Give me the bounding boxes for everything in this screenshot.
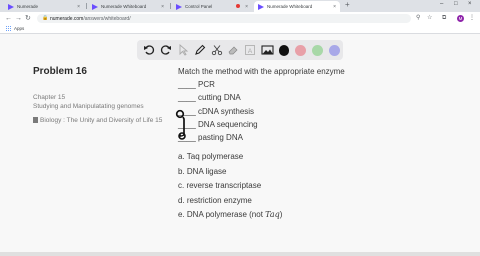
tab-separator [170, 3, 171, 9]
question-prompt: Match the method with the appropriate en… [178, 67, 345, 76]
back-icon[interactable]: ← [5, 14, 12, 23]
tab-separator [86, 3, 87, 9]
extensions-icon[interactable]: ⧉ [442, 14, 446, 23]
blank-item-cdna: ____ cDNA synthesis [178, 106, 255, 116]
color-green-swatch[interactable] [312, 44, 324, 56]
address-bar[interactable]: 🔒 numerade.com/answers/whiteboard/ [37, 14, 411, 23]
numerade-favicon-icon [8, 3, 14, 10]
color-pink-swatch[interactable] [295, 44, 307, 56]
blank-item-pcr: ____ PCR [178, 80, 215, 89]
option-e: e. DNA polymerase (not Taq) [178, 210, 283, 220]
tab-numerade-whiteboard-active[interactable]: Numerade Whiteboard × [254, 1, 340, 12]
close-window-icon[interactable]: × [468, 1, 472, 7]
minimize-icon[interactable]: – [440, 1, 443, 7]
close-tab-icon[interactable]: × [333, 4, 336, 10]
bookmarks-bar: Apps [0, 25, 480, 34]
pointer-icon[interactable] [175, 42, 192, 59]
handwritten-ink-stroke [175, 109, 186, 140]
option-d: d. restriction enzyme [178, 195, 252, 205]
url-text[interactable]: numerade.com/answers/whiteboard/ [50, 16, 131, 22]
chapter-title[interactable]: Studying and Manipulatating genomes [33, 102, 183, 111]
option-c: c. reverse transcriptase [178, 181, 262, 191]
undo-icon[interactable] [141, 42, 158, 59]
problem-info-panel: Problem 16 Chapter 15 Studying and Manip… [33, 66, 183, 125]
lock-icon: 🔒 [42, 15, 49, 21]
new-tab-icon[interactable]: + [345, 0, 350, 9]
close-tab-icon[interactable]: × [245, 4, 248, 10]
zoom-icon[interactable]: ⚲ [416, 14, 420, 23]
numerade-favicon-icon [92, 3, 98, 10]
text-icon[interactable]: A [242, 42, 259, 59]
color-black-swatch[interactable] [278, 44, 290, 56]
option-b: b. DNA ligase [178, 166, 227, 176]
bookmark-star-icon[interactable]: ☆ [427, 14, 432, 23]
close-tab-icon[interactable]: × [161, 4, 164, 10]
whiteboard-canvas[interactable]: Match the method with the appropriate en… [178, 66, 418, 223]
browser-toolbar: ← → ↻ 🔒 numerade.com/answers/whiteboard/… [0, 12, 480, 25]
redo-icon[interactable] [158, 42, 175, 59]
problem-title: Problem 16 [33, 66, 87, 77]
maximize-icon[interactable]: □ [454, 1, 458, 7]
apps-grid-icon [6, 26, 11, 31]
menu-icon[interactable]: ⋮ [469, 14, 475, 23]
blank-item-sequencing: ____ DNA sequencing [178, 119, 258, 129]
whiteboard-toolbar: A [137, 40, 343, 60]
tab-numerade[interactable]: Numerade × [4, 1, 84, 12]
answer-options: a. Taq polymerase b. DNA ligase c. rever… [178, 150, 418, 223]
tab-numerade-whiteboard[interactable]: Numerade Whiteboard × [88, 1, 168, 12]
color-purple-swatch[interactable] [329, 44, 340, 56]
reload-icon[interactable]: ↻ [25, 14, 31, 23]
book-icon [33, 117, 38, 123]
blank-item-pasting: ____ pasting DNA [178, 133, 243, 143]
chapter-info: Chapter 15 Studying and Manipulatating g… [33, 93, 183, 111]
blank-item-cutting: ____ cutting DNA [178, 93, 241, 103]
apps-bookmark[interactable]: Apps [6, 26, 24, 31]
eraser-icon[interactable] [225, 42, 242, 59]
chapter-number[interactable]: Chapter 15 [33, 93, 183, 102]
close-tab-icon[interactable]: × [77, 4, 80, 10]
horizontal-scrollbar[interactable] [0, 252, 480, 256]
recording-icon [236, 4, 240, 8]
pen-icon[interactable] [191, 42, 208, 59]
page-content: A Problem 16 Chapter 15 Studying and Man… [0, 34, 480, 256]
scissors-icon[interactable] [208, 42, 225, 59]
numerade-favicon-icon [176, 3, 182, 10]
tab-control-panel[interactable]: Control Panel × [172, 1, 252, 12]
option-a: a. Taq polymerase [178, 152, 244, 162]
browser-tab-strip: Numerade × Numerade Whiteboard × Control… [0, 0, 480, 12]
svg-text:A: A [248, 48, 253, 55]
book-info[interactable]: Biology : The Unity and Diversity of Lif… [33, 116, 183, 125]
book-title: Biology : The Unity and Diversity of Lif… [40, 117, 163, 124]
image-icon[interactable] [259, 42, 276, 59]
forward-icon[interactable]: → [15, 14, 22, 23]
avatar[interactable]: M [457, 15, 464, 22]
numerade-favicon-icon [258, 3, 264, 10]
